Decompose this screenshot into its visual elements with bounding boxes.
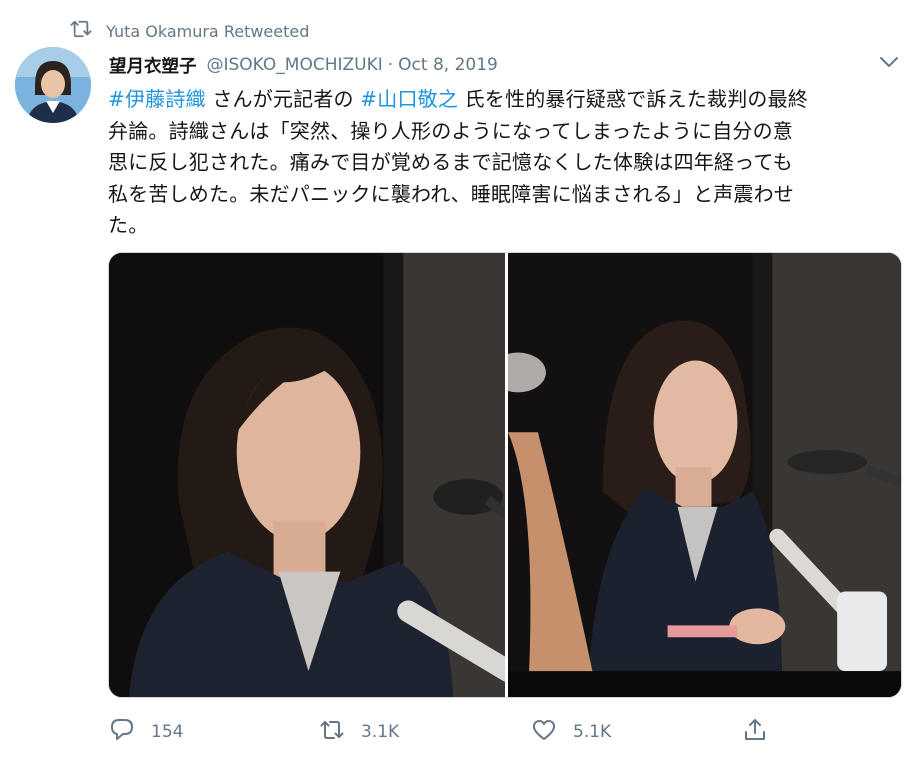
hashtag-link[interactable]: #伊藤詩織 [108, 87, 206, 111]
tweet-header: 望月衣塑子 @ISOKO_MOCHIZUKI · Oct 8, 2019 [109, 52, 498, 78]
author-handle[interactable]: @ISOKO_MOCHIZUKI [207, 55, 383, 75]
avatar[interactable] [15, 47, 91, 123]
reply-button[interactable]: 154 [109, 712, 183, 752]
retweet-button[interactable]: 3.1K [319, 712, 399, 752]
retweet-icon [319, 717, 345, 747]
tweet-media [108, 252, 902, 698]
tweet-text-segment: さんが元記者の [205, 87, 361, 111]
hashtag-link[interactable]: #山口敬之 [360, 87, 458, 111]
like-button[interactable]: 5.1K [531, 712, 611, 752]
tweet-line-3: 思に反し犯された。痛みで目が覚めるまで記憶なくした体験は四年経っても [108, 150, 793, 174]
photo-1[interactable] [109, 253, 505, 697]
heart-icon [531, 717, 557, 747]
tweet-line-2: 弁論。詩織さんは「突然、操り人形のようになってしまったように自分の意 [108, 118, 793, 143]
tweet-date[interactable]: Oct 8, 2019 [398, 55, 498, 75]
tweet-line-1: #伊藤詩織 さんが元記者の #山口敬之 氏を性的暴行疑惑で訴えた裁判の最終 [108, 84, 908, 116]
like-count: 5.1K [573, 722, 612, 742]
header-separator: · [387, 55, 394, 75]
retweet-banner-text[interactable]: Yuta Okamura Retweeted [106, 22, 309, 41]
retweet-count: 3.1K [361, 722, 400, 742]
retweet-icon [70, 19, 92, 43]
author-display-name[interactable]: 望月衣塑子 [109, 53, 197, 78]
tweet-line-4: 私を苦しめた。未だパニックに襲われ、睡眠障害に悩まされる」と声震わせ [108, 181, 794, 206]
retweet-banner: Yuta Okamura Retweeted [70, 18, 309, 44]
tweet-action-bar: 154 3.1K 5.1K [0, 712, 923, 752]
photo-2[interactable] [508, 253, 901, 697]
reply-bubble-icon [109, 717, 135, 747]
share-button[interactable] [742, 712, 768, 752]
share-upload-icon [742, 717, 768, 747]
tweet-text: #伊藤詩織 さんが元記者の #山口敬之 氏を性的暴行疑惑で訴えた裁判の最終 弁論… [108, 84, 908, 242]
reply-count: 154 [151, 722, 184, 742]
chevron-down-icon[interactable] [878, 54, 900, 68]
tweet-text-segment: 氏を性的暴行疑惑で訴えた裁判の最終 [458, 87, 809, 111]
tweet-line-5: た。 [108, 213, 149, 237]
